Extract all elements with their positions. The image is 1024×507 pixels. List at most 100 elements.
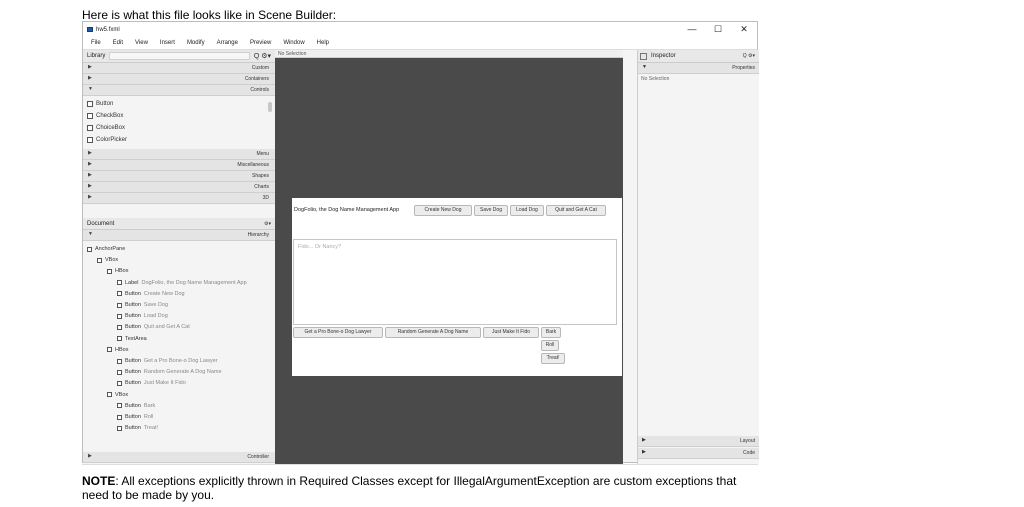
button-icon bbox=[117, 403, 122, 409]
load-dog-button[interactable]: Load Dog bbox=[510, 205, 544, 216]
tree-node[interactable]: Button Get a Pro Bone-o Dog Lawyer bbox=[117, 356, 218, 366]
tree-node-type: HBox bbox=[115, 346, 129, 353]
search-icon[interactable]: Q ⚙▾ bbox=[743, 53, 755, 59]
tree-node[interactable]: Label DogFolio, the Dog Name Management A… bbox=[117, 278, 247, 288]
menu-insert[interactable]: Insert bbox=[160, 40, 175, 46]
code-section[interactable]: ▶ Code bbox=[638, 448, 759, 459]
properties-section[interactable]: ▼ Properties bbox=[638, 63, 759, 74]
tree-node[interactable]: TextArea bbox=[117, 334, 150, 344]
library-section-miscellaneous[interactable]: ▶ Miscellaneous bbox=[83, 160, 275, 171]
app-title-label[interactable]: DogFolio, the Dog Name Management App bbox=[294, 207, 399, 213]
treat-button[interactable]: Treat! bbox=[541, 353, 565, 364]
library-section-menu[interactable]: ▶ Menu bbox=[83, 149, 275, 160]
library-item-checkbox[interactable]: CheckBox bbox=[87, 110, 123, 121]
save-dog-button[interactable]: Save Dog bbox=[474, 205, 508, 216]
create-new-dog-button[interactable]: Create New Dog bbox=[414, 205, 472, 216]
expand-arrow-icon: ▶ bbox=[88, 150, 92, 156]
tree-node[interactable]: Button Treat! bbox=[117, 423, 158, 433]
tree-node[interactable]: Button Roll bbox=[117, 412, 153, 422]
button-icon bbox=[117, 324, 122, 330]
inspector-title: Inspector bbox=[651, 53, 676, 59]
library-item-colorpicker[interactable]: ColorPicker bbox=[87, 134, 127, 145]
library-section-3d[interactable]: ▶ 3D bbox=[83, 193, 275, 204]
caption-top: Here is what this file looks like in Sce… bbox=[82, 8, 337, 22]
collapse-arrow-icon: ▼ bbox=[88, 86, 93, 92]
roll-button[interactable]: Roll bbox=[541, 340, 559, 351]
random-generate-name-button[interactable]: Random Generate A Dog Name bbox=[385, 327, 481, 338]
expand-arrow-icon: ▶ bbox=[88, 453, 92, 459]
menu-edit[interactable]: Edit bbox=[113, 40, 123, 46]
gear-icon[interactable]: ⚙▾ bbox=[264, 221, 271, 227]
expand-arrow-icon: ▶ bbox=[88, 194, 92, 200]
tree-node-type: Label bbox=[125, 279, 139, 286]
menu-modify[interactable]: Modify bbox=[187, 40, 205, 46]
tree-node-caption: Load Dog bbox=[143, 313, 168, 320]
hbox-icon bbox=[107, 347, 112, 353]
controller-section[interactable]: ▶ Controller bbox=[83, 452, 275, 463]
library-item-choicebox[interactable]: ChoiceBox bbox=[87, 122, 125, 133]
close-button[interactable]: ✕ bbox=[731, 22, 757, 37]
menu-arrange[interactable]: Arrange bbox=[217, 40, 238, 46]
anchorpane-icon bbox=[87, 246, 92, 252]
tree-node[interactable]: Button Create New Dog bbox=[117, 289, 185, 299]
inspector-no-selection: No Selection bbox=[641, 76, 670, 82]
menu-file[interactable]: File bbox=[91, 40, 101, 46]
screenshot-root: Here is what this file looks like in Sce… bbox=[0, 0, 1024, 507]
layout-section[interactable]: ▶ Layout bbox=[638, 436, 759, 447]
expand-arrow-icon: ▶ bbox=[642, 437, 646, 443]
pro-bone-o-lawyer-button[interactable]: Get a Pro Bone-o Dog Lawyer bbox=[293, 327, 383, 338]
tree-node-type: Button bbox=[125, 302, 141, 308]
library-section-containers[interactable]: ▶ Containers bbox=[83, 74, 275, 85]
tree-node[interactable]: AnchorPane bbox=[87, 244, 128, 254]
tree-node-type: Button bbox=[125, 358, 141, 364]
quit-and-get-a-cat-button[interactable]: Quit and Get A Cat bbox=[546, 205, 606, 216]
hierarchy-section[interactable]: ▼ Hierarchy bbox=[83, 230, 275, 241]
dog-name-textarea[interactable]: Fido... Or Nancy? bbox=[293, 239, 617, 325]
tree-node[interactable]: HBox bbox=[107, 266, 131, 276]
menu-help[interactable]: Help bbox=[317, 40, 329, 46]
library-section-custom[interactable]: ▶ Custom bbox=[83, 63, 275, 74]
library-section-shapes[interactable]: ▶ Shapes bbox=[83, 171, 275, 182]
tree-node[interactable]: VBox bbox=[107, 390, 131, 400]
library-search-input[interactable] bbox=[109, 52, 250, 60]
tree-node-type: Button bbox=[125, 380, 141, 387]
menu-preview[interactable]: Preview bbox=[250, 40, 271, 46]
button-icon bbox=[117, 369, 122, 375]
menu-window[interactable]: Window bbox=[283, 40, 304, 46]
tree-node[interactable]: Button Load Dog bbox=[117, 311, 168, 321]
library-title: Library bbox=[87, 53, 106, 59]
library-section-controls[interactable]: ▼ Controls bbox=[83, 85, 275, 96]
button-icon bbox=[117, 425, 122, 431]
tree-node[interactable]: Button Quit and Get A Cat bbox=[117, 322, 190, 332]
collapse-arrow-icon: ▼ bbox=[88, 231, 93, 237]
library-scrollbar[interactable] bbox=[268, 102, 272, 112]
tree-node-type: TextArea bbox=[125, 335, 147, 342]
expand-arrow-icon: ▶ bbox=[88, 75, 92, 81]
minimize-button[interactable]: — bbox=[679, 22, 705, 37]
maximize-button[interactable]: ☐ bbox=[705, 22, 731, 37]
menu-view[interactable]: View bbox=[135, 40, 148, 46]
expand-arrow-icon: ▶ bbox=[88, 172, 92, 178]
caption-note: NOTE: All exceptions explicitly thrown i… bbox=[82, 474, 737, 502]
search-icon[interactable]: Q ⚙▾ bbox=[254, 52, 271, 60]
choicebox-icon bbox=[87, 124, 93, 131]
title-bar: hw5.fxml — ☐ ✕ bbox=[83, 22, 757, 37]
bark-button[interactable]: Bark bbox=[541, 327, 561, 338]
document-icon bbox=[640, 52, 647, 60]
vbox-icon bbox=[107, 392, 112, 398]
tree-node-caption: Roll bbox=[143, 414, 154, 420]
tree-node[interactable]: Button Random Generate A Dog Name bbox=[117, 367, 222, 377]
tree-node-type: Button bbox=[125, 313, 141, 320]
library-section-charts[interactable]: ▶ Charts bbox=[83, 182, 275, 193]
library-item-button[interactable]: Button bbox=[87, 98, 113, 109]
tree-node[interactable]: Button Bark bbox=[117, 401, 155, 411]
inspector-panel: Inspector Q ⚙▾ ▼ Properties No Selection … bbox=[637, 50, 759, 464]
menu-bar: File Edit View Insert Modify Arrange Pre… bbox=[83, 37, 757, 50]
just-make-it-fido-button[interactable]: Just Make It Fido bbox=[483, 327, 539, 338]
collapse-arrow-icon: ▼ bbox=[642, 64, 647, 70]
tree-node[interactable]: HBox bbox=[107, 345, 131, 355]
tree-node[interactable]: Button Save Dog bbox=[117, 300, 168, 310]
scene-builder-window: hw5.fxml — ☐ ✕ File Edit View Insert Mod… bbox=[82, 21, 759, 464]
tree-node[interactable]: VBox bbox=[97, 255, 121, 265]
tree-node[interactable]: Button Just Make It Fido bbox=[117, 378, 186, 388]
